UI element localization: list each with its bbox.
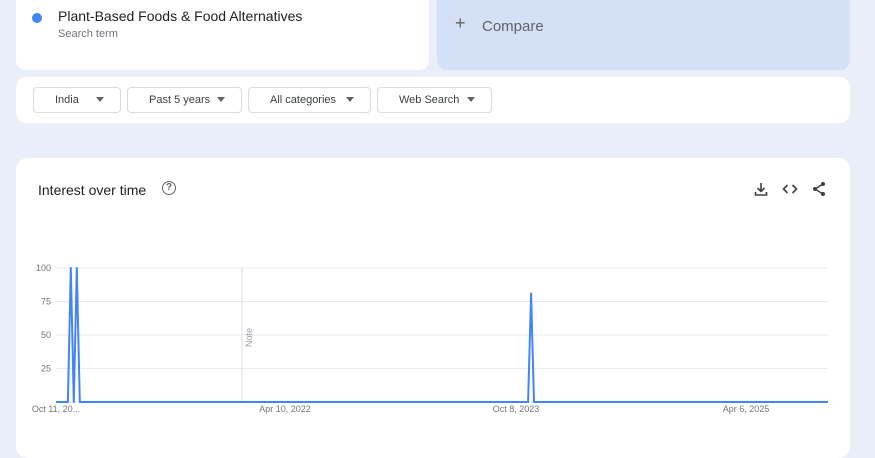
- search-term-card[interactable]: Plant-Based Foods & Food Alternatives Se…: [16, 0, 429, 70]
- x-tick-label: Oct 11, 20...: [32, 404, 80, 414]
- caret-down-icon: [467, 97, 475, 102]
- caret-down-icon: [96, 97, 104, 102]
- category-filter[interactable]: All categories: [248, 87, 371, 113]
- y-tick-label: 100: [36, 263, 51, 273]
- category-filter-label: All categories: [270, 94, 337, 106]
- x-tick-label: Oct 8, 2023: [493, 404, 540, 414]
- note-annotation: Note: [244, 328, 254, 347]
- caret-down-icon: [217, 97, 225, 102]
- region-filter[interactable]: India: [33, 87, 121, 113]
- series-color-dot: [32, 13, 42, 23]
- region-filter-label: India: [55, 94, 79, 106]
- compare-label: Compare: [482, 18, 544, 35]
- compare-button[interactable]: + Compare: [437, 0, 850, 70]
- x-tick-label: Apr 6, 2025: [723, 404, 770, 414]
- y-tick-label: 75: [41, 297, 51, 307]
- search-type-filter[interactable]: Web Search: [377, 87, 492, 113]
- filter-bar: India Past 5 years All categories Web Se…: [16, 77, 850, 123]
- y-tick-label: 25: [41, 364, 51, 374]
- line-chart: Note 100 75 50 25 Oct 11, 20... Apr 10, 2022…: [32, 263, 828, 414]
- caret-down-icon: [346, 97, 354, 102]
- plus-icon: +: [455, 13, 466, 33]
- interest-over-time-card: Interest over time ? Note 100 75 50 25 Oct …: [16, 158, 850, 458]
- search-type-filter-label: Web Search: [399, 94, 460, 106]
- x-tick-label: Apr 10, 2022: [259, 404, 311, 414]
- time-range-filter-label: Past 5 years: [149, 94, 211, 106]
- time-range-filter[interactable]: Past 5 years: [127, 87, 242, 113]
- y-tick-label: 50: [41, 330, 51, 340]
- search-term-name[interactable]: Plant-Based Foods & Food Alternatives: [58, 8, 302, 24]
- search-term-type: Search term: [58, 28, 118, 40]
